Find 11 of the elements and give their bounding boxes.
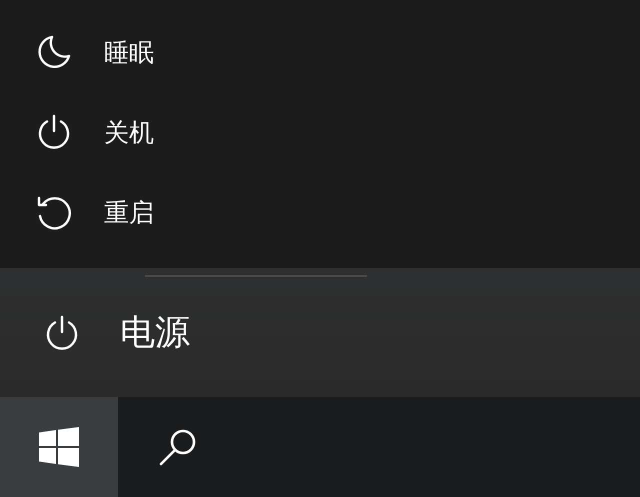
menu-item[interactable]: 重启 <box>0 172 640 252</box>
start-button[interactable] <box>0 397 118 497</box>
power-button[interactable]: 电源 <box>0 268 640 397</box>
restart-icon <box>36 194 72 230</box>
moon-icon <box>36 34 72 70</box>
windows-logo-icon <box>39 427 79 467</box>
search-icon <box>158 427 198 467</box>
menu-item[interactable]: 睡眠 <box>0 12 640 92</box>
power-icon <box>44 314 80 350</box>
menu-item[interactable]: 关机 <box>0 92 640 172</box>
power-icon <box>36 114 72 150</box>
